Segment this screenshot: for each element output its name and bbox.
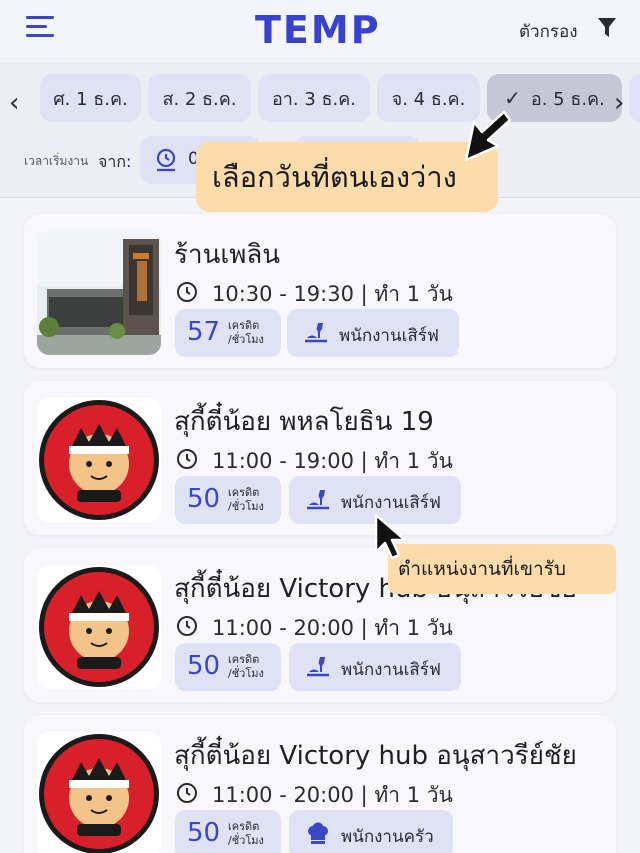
date-chip[interactable] <box>629 74 640 122</box>
credit-unit: เครดิต/ชั่วโมง <box>228 653 264 680</box>
clock-icon <box>156 148 176 172</box>
start-time-label: เวลาเริ่มงาน <box>24 154 89 168</box>
clock-icon <box>177 449 197 469</box>
job-card[interactable]: สุกี้ตี๋น้อย Victory hub อนุสาวรีย์ชัย 1… <box>24 715 616 853</box>
position-label: พนักงานเสิร์ฟ <box>339 326 439 346</box>
job-duration: ทำ 1 วัน <box>374 449 453 473</box>
check-icon: ✓ <box>504 86 521 110</box>
top-bar: TEMP ตัวกรอง <box>0 0 640 62</box>
job-card[interactable]: สุกี้ตี๋น้อย พหลโยธิน 19 11:00 - 19:00 |… <box>24 381 616 535</box>
funnel-icon[interactable] <box>597 17 617 39</box>
chef-hat-icon <box>308 822 328 844</box>
from-label: จาก: <box>98 152 132 171</box>
job-name: ร้านเพลิน <box>174 240 281 270</box>
credit-badge: 57 เครดิต/ชั่วโมง <box>175 309 281 357</box>
credit-value: 50 <box>187 651 221 681</box>
clock-icon <box>177 616 197 636</box>
date-chip-label: จ. 4 ธ.ค. <box>391 88 466 110</box>
date-chip-label: อ. 5 ธ.ค. <box>530 88 605 110</box>
waiter-serving-icon <box>307 657 329 677</box>
position-badge: พนักงานครัว <box>289 810 453 853</box>
job-time-range: 11:00 - 19:00 <box>212 449 354 473</box>
credit-badge: 50 เครดิต/ชั่วโมง <box>175 643 281 691</box>
date-chip-label: ศ. 1 ธ.ค. <box>53 88 128 110</box>
date-chip[interactable]: ศ. 1 ธ.ค. <box>40 74 141 122</box>
date-chip-label: อา. 3 ธ.ค. <box>271 88 356 110</box>
job-card[interactable]: ร้านเพลิน 10:30 - 19:30 | ทำ 1 วัน 57 เค… <box>24 214 616 368</box>
mouse-cursor-icon <box>374 513 407 560</box>
job-duration: ทำ 1 วัน <box>374 282 453 306</box>
hamburger-menu-icon[interactable] <box>26 16 54 38</box>
credit-value: 57 <box>187 317 221 347</box>
app-logo: TEMP <box>255 8 381 52</box>
job-time-range: 11:00 - 20:00 <box>212 783 354 807</box>
restaurant-building-photo <box>37 231 161 355</box>
waiter-serving-icon <box>307 490 329 510</box>
waiter-serving-icon <box>305 323 327 343</box>
date-chip[interactable]: ส. 2 ธ.ค. <box>148 74 251 122</box>
date-chip[interactable]: อา. 3 ธ.ค. <box>258 74 370 122</box>
filter-label[interactable]: ตัวกรอง <box>519 18 578 45</box>
credit-badge: 50 เครดิต/ชั่วโมง <box>175 810 281 853</box>
credit-unit: เครดิต/ชั่วโมง <box>228 319 264 346</box>
date-chip-label: ส. 2 ธ.ค. <box>162 88 237 110</box>
chevron-left-icon[interactable]: ‹ <box>9 88 19 118</box>
job-time-range: 10:30 - 19:30 <box>212 282 354 306</box>
position-badge: พนักงานเสิร์ฟ <box>287 309 459 357</box>
job-name: สุกี้ตี๋น้อย Victory hub อนุสาวรีย์ชัย <box>174 741 577 771</box>
clock-icon <box>177 282 197 302</box>
suki-teenoi-logo <box>37 565 161 689</box>
job-duration: ทำ 1 วัน <box>374 783 453 807</box>
mouse-cursor-icon <box>464 110 512 162</box>
position-annotation: ตำแหน่งงานที่เขารับ <box>388 544 616 594</box>
suki-teenoi-logo <box>37 732 161 853</box>
job-name: สุกี้ตี๋น้อย พหลโยธิน 19 <box>174 407 434 437</box>
clock-icon <box>177 783 197 803</box>
suki-teenoi-logo <box>37 398 161 522</box>
chevron-right-icon[interactable]: › <box>614 88 624 118</box>
job-time-range: 11:00 - 20:00 <box>212 616 354 640</box>
position-label: พนักงานครัว <box>341 827 434 847</box>
credit-badge: 50 เครดิต/ชั่วโมง <box>175 476 281 524</box>
credit-unit: เครดิต/ชั่วโมง <box>228 486 264 513</box>
job-duration: ทำ 1 วัน <box>374 616 453 640</box>
position-label: พนักงานเสิร์ฟ <box>341 660 441 680</box>
credit-unit: เครดิต/ชั่วโมง <box>228 820 264 847</box>
pick-date-annotation: เลือกวันที่ตนเองว่าง <box>196 142 498 212</box>
credit-value: 50 <box>187 484 221 514</box>
credit-value: 50 <box>187 818 221 848</box>
position-badge: พนักงานเสิร์ฟ <box>289 643 461 691</box>
